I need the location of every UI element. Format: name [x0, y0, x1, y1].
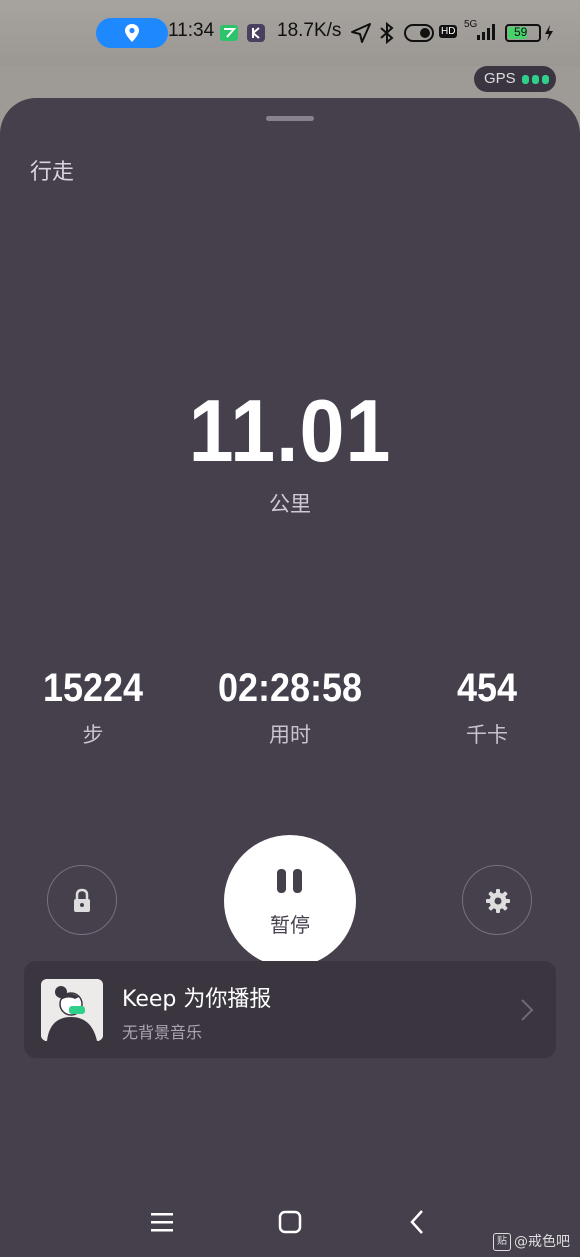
- gps-status: GPS: [474, 66, 556, 92]
- pause-label: 暂停: [270, 913, 310, 937]
- gps-label: GPS: [484, 70, 516, 87]
- toggle-icon: [404, 24, 434, 42]
- calories-value: 454: [456, 666, 518, 710]
- keep-notification-icon: [247, 24, 265, 42]
- distance-unit: 公里: [269, 492, 311, 516]
- clock: 11:34: [168, 20, 215, 41]
- voice-broadcast-title: Keep 为你播报: [122, 987, 272, 1012]
- voice-broadcast-card[interactable]: Keep 为你播报 无背景音乐: [24, 961, 556, 1058]
- calories-stat: 454 千卡: [387, 666, 580, 749]
- battery-icon: 59: [505, 24, 541, 42]
- lock-button[interactable]: [47, 865, 117, 935]
- menu-icon[interactable]: [150, 1211, 174, 1233]
- back-icon[interactable]: [408, 1209, 426, 1235]
- gps-signal-bar: [522, 75, 529, 84]
- distance-value: 11.01: [188, 381, 392, 480]
- lock-icon: [74, 888, 90, 912]
- steps-stat: 15224 步: [0, 666, 193, 749]
- watermark-text: @戒色吧: [514, 1234, 570, 1250]
- signal-strength-icon: [477, 24, 495, 40]
- duration-stat: 02:28:58 用时: [190, 666, 390, 749]
- drag-handle[interactable]: [266, 116, 314, 121]
- duration-unit: 用时: [269, 723, 311, 747]
- pause-button[interactable]: 暂停: [224, 835, 356, 967]
- home-icon[interactable]: [278, 1210, 302, 1234]
- navigation-arrow-icon: [351, 23, 371, 43]
- hd-badge: HD: [439, 25, 458, 38]
- watermark-badge: 贴: [493, 1233, 511, 1251]
- gps-signal-bar: [532, 75, 539, 84]
- battery-level: 59: [514, 25, 528, 39]
- location-pin-icon: [125, 24, 139, 42]
- charging-bolt-icon: [545, 25, 553, 41]
- duration-value: 02:28:58: [217, 666, 363, 710]
- network-speed: 18.7K/s: [277, 20, 342, 41]
- calories-unit: 千卡: [466, 723, 508, 747]
- coach-avatar: [41, 979, 103, 1041]
- gear-icon: [486, 889, 510, 913]
- steps-unit: 步: [82, 723, 104, 747]
- steps-value: 15224: [42, 666, 144, 710]
- settings-button[interactable]: [462, 865, 532, 935]
- app-notification-icon: [220, 25, 238, 41]
- gps-signal-bar: [542, 75, 549, 84]
- chevron-right-icon: [521, 999, 534, 1021]
- workout-panel: 行走 11.01 公里 15224 步 02:28:58 用时 454 千卡 暂…: [0, 98, 580, 1257]
- watermark: 贴 @戒色吧: [493, 1231, 570, 1251]
- status-bar: 11:34 18.7K/s HD 5G 59: [0, 0, 580, 66]
- workout-mode: 行走: [30, 160, 75, 185]
- location-indicator[interactable]: [96, 18, 168, 48]
- coach-illustration-icon: [41, 979, 103, 1041]
- music-status: 无背景音乐: [122, 1023, 203, 1042]
- bluetooth-icon: [380, 21, 394, 45]
